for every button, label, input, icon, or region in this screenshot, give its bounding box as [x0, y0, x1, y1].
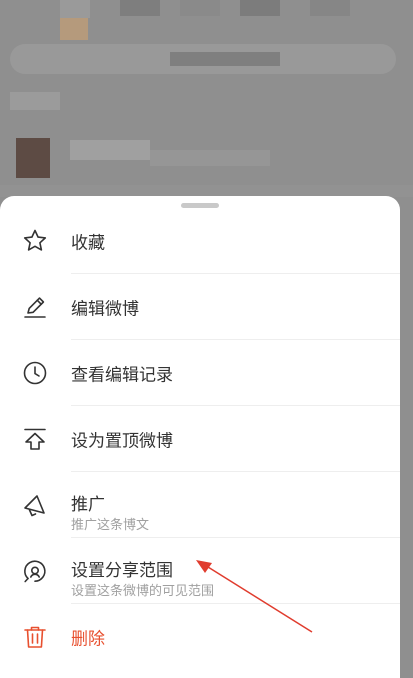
blurred-block [180, 0, 220, 16]
menu-item-label: 设置分享范围 [71, 561, 173, 581]
menu-item-sublabel: 推广这条博文 [71, 518, 150, 533]
background-overlay[interactable] [0, 0, 413, 210]
pin-top-icon [21, 425, 49, 453]
megaphone-icon [21, 491, 49, 519]
menu-item-label: 推广 [71, 495, 105, 515]
menu-item-delete[interactable]: 删除 [0, 604, 400, 670]
clock-icon [21, 359, 49, 387]
action-menu: 收藏 编辑微博 查看编辑记录 设为置顶微博 推广 推广这条博文 设置分享范围 设… [0, 208, 400, 670]
blurred-block [10, 92, 60, 110]
blurred-block [150, 150, 270, 166]
star-icon [21, 227, 49, 255]
menu-item-edit-history[interactable]: 查看编辑记录 [0, 340, 400, 406]
menu-item-share-scope[interactable]: 设置分享范围 设置这条微博的可见范围 [0, 538, 400, 604]
blurred-block [310, 0, 350, 16]
blurred-avatar [16, 138, 50, 178]
action-sheet: 收藏 编辑微博 查看编辑记录 设为置顶微博 推广 推广这条博文 设置分享范围 设… [0, 196, 400, 678]
blurred-block [240, 0, 280, 16]
pencil-icon [21, 293, 49, 321]
menu-item-label: 收藏 [71, 233, 105, 254]
menu-item-favorite[interactable]: 收藏 [0, 208, 400, 274]
menu-item-label: 删除 [71, 629, 105, 650]
menu-item-sublabel: 设置这条微博的可见范围 [71, 584, 215, 599]
blurred-block [170, 52, 280, 66]
menu-item-pin-top[interactable]: 设为置顶微博 [0, 406, 400, 472]
menu-item-edit[interactable]: 编辑微博 [0, 274, 400, 340]
share-scope-icon [21, 557, 49, 585]
blurred-avatar [60, 18, 88, 40]
blurred-block [120, 0, 160, 16]
menu-item-label: 设为置顶微博 [71, 431, 173, 452]
screen: 收藏 编辑微博 查看编辑记录 设为置顶微博 推广 推广这条博文 设置分享范围 设… [0, 0, 413, 678]
blurred-block [70, 140, 150, 160]
trash-icon [21, 623, 49, 651]
blurred-block [60, 0, 90, 18]
menu-item-label: 编辑微博 [71, 299, 139, 320]
menu-item-promote[interactable]: 推广 推广这条博文 [0, 472, 400, 538]
menu-item-label: 查看编辑记录 [71, 365, 173, 386]
